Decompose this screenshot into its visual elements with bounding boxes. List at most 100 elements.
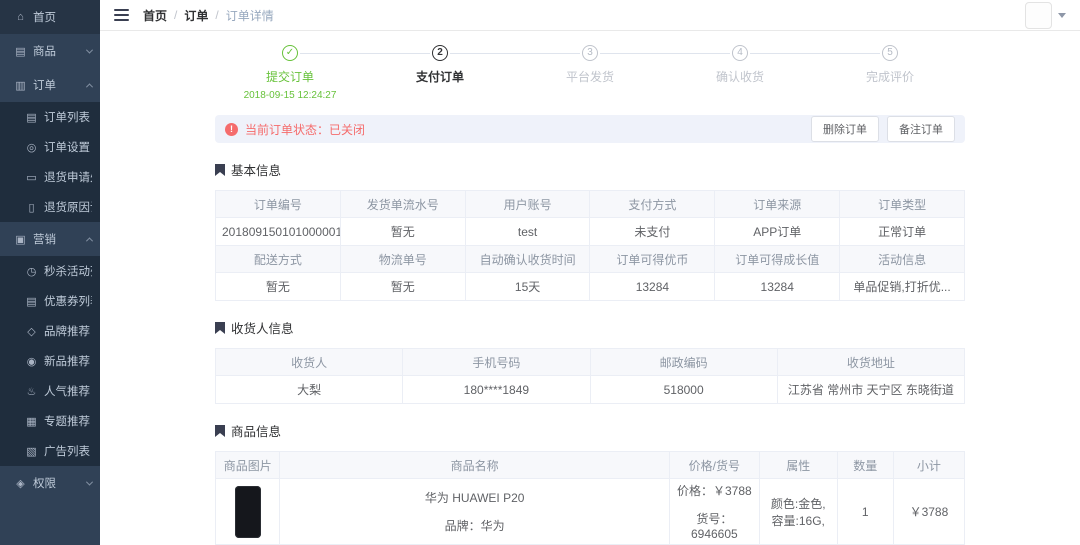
column-header: 发货单流水号 [340, 191, 465, 218]
step-circle: 2 [432, 45, 448, 61]
sidebar-item-label: 广告列表 [44, 443, 90, 459]
basic-info-body: 订单编号发货单流水号用户账号支付方式订单来源订单类型20180915010100… [216, 191, 965, 301]
basic-info-table: 订单编号发货单流水号用户账号支付方式订单来源订单类型20180915010100… [215, 190, 965, 301]
table-row: 201809150101000001暂无test未支付APP订单正常订单 [216, 218, 965, 246]
step-circle: 5 [882, 45, 898, 61]
receiver-info-table: 收货人手机号码邮政编码收货地址大梨180****1849518000江苏省 常州… [215, 348, 965, 404]
table-cell: 13284 [715, 273, 840, 301]
sidebar-item-order-settings[interactable]: ◎ 订单设置 [0, 132, 100, 162]
product-info-section-title: 商品信息 [215, 421, 965, 440]
column-header: 数量 [837, 452, 893, 479]
topbar-right [1025, 2, 1066, 29]
sidebar-item-order-list[interactable]: ▤ 订单列表 [0, 102, 100, 132]
order-icon: ▥ [13, 79, 28, 92]
sidebar-item-label: 退货申请处理 [44, 169, 92, 185]
product-info-table: 商品图片商品名称价格/货号属性数量小计华为 HUAWEI P20品牌：华为价格：… [215, 451, 965, 545]
sidebar-item-label: 营销 [33, 231, 56, 247]
step-3: 3平台发货 [515, 45, 665, 85]
sidebar-item-return-request[interactable]: ▭ 退货申请处理 [0, 162, 100, 192]
sidebar-item-coupon[interactable]: ▤优惠券列表 [0, 286, 100, 316]
bookmark-icon [215, 322, 225, 334]
return-request-icon: ▭ [24, 171, 39, 184]
sidebar-item-order[interactable]: ▥订单 [0, 68, 100, 102]
step-label: 支付订单 [365, 68, 515, 85]
product-name-line: 品牌：华为 [286, 517, 662, 534]
order-status-text: 当前订单状态：已关闭 [245, 121, 365, 138]
breadcrumb-orders[interactable]: 订单 [184, 7, 208, 24]
alert-exclamation-icon: ! [225, 123, 238, 136]
column-header: 物流单号 [340, 246, 465, 273]
sidebar-item-topic[interactable]: ▦专题推荐 [0, 406, 100, 436]
breadcrumb-home[interactable]: 首页 [143, 7, 167, 24]
sidebar-item-label: 人气推荐 [44, 383, 90, 399]
column-header: 价格/货号 [669, 452, 759, 479]
sidebar-item-label: 退货原因设置 [44, 199, 92, 215]
sidebar-item-label: 首页 [33, 9, 56, 25]
sidebar-item-label: 品牌推荐 [44, 323, 90, 339]
product-price-line: 货号：6946605 [676, 510, 753, 541]
table-cell: 201809150101000001 [216, 218, 341, 246]
home-icon: ⌂ [13, 11, 28, 23]
sidebar-item-label: 新品推荐 [44, 353, 90, 369]
sidebar-item-label: 权限 [33, 475, 56, 491]
breadcrumb: 首页 / 订单 / 订单详情 [143, 7, 274, 24]
order-list-icon: ▤ [24, 111, 39, 124]
marketing-icon: ▣ [13, 233, 28, 246]
table-row: 订单编号发货单流水号用户账号支付方式订单来源订单类型 [216, 191, 965, 218]
table-cell: 180****1849 [403, 376, 590, 404]
table-cell: 暂无 [340, 218, 465, 246]
hamburger-icon[interactable] [114, 9, 129, 21]
column-header: 邮政编码 [590, 349, 777, 376]
brand-icon: ◇ [24, 325, 39, 338]
sidebar-item-new-product[interactable]: ◉新品推荐 [0, 346, 100, 376]
sidebar-item-brand[interactable]: ◇ 品牌推荐 [0, 316, 100, 346]
receiver-info-body: 收货人手机号码邮政编码收货地址大梨180****1849518000江苏省 常州… [216, 349, 965, 404]
table-cell: 13284 [590, 273, 715, 301]
sidebar-item-goods[interactable]: ▤商品 [0, 34, 100, 68]
table-cell: 未支付 [590, 218, 715, 246]
order-settings-icon: ◎ [24, 141, 39, 154]
table-row: 商品图片商品名称价格/货号属性数量小计 [216, 452, 965, 479]
avatar[interactable] [1025, 2, 1052, 29]
sidebar-item-flash-sale[interactable]: ◷秒杀活动列表 [0, 256, 100, 286]
sidebar-item-permission[interactable]: ◈权限 [0, 466, 100, 500]
column-header: 订单编号 [216, 191, 341, 218]
column-header: 订单类型 [840, 191, 965, 218]
column-header: 用户账号 [465, 191, 590, 218]
column-header: 小计 [893, 452, 964, 479]
step-circle: ✓ [282, 45, 298, 61]
table-cell: APP订单 [715, 218, 840, 246]
column-header: 手机号码 [403, 349, 590, 376]
bookmark-icon [215, 425, 225, 437]
sidebar: ⌂ 首页 ▤商品▥订单 ▤ 订单列表 ◎ 订单设置 ▭ 退货申请处理 ▯退货原因设置 ▣ 营销 ◷秒杀活… [0, 0, 100, 545]
delete-order-button[interactable]: 删除订单 [811, 116, 879, 142]
breadcrumb-separator: / [215, 8, 218, 22]
column-header: 配送方式 [216, 246, 341, 273]
table-row: 暂无暂无15天1328413284单品促销,打折优... [216, 273, 965, 301]
sidebar-item-return-reason[interactable]: ▯退货原因设置 [0, 192, 100, 222]
column-header: 收货人 [216, 349, 403, 376]
column-header: 订单来源 [715, 191, 840, 218]
step-circle: 4 [732, 45, 748, 61]
flash-sale-icon: ◷ [24, 265, 39, 278]
sidebar-item-marketing[interactable]: ▣ 营销 [0, 222, 100, 256]
sidebar-item-ad-list[interactable]: ▧广告列表 [0, 436, 100, 466]
table-row: 大梨180****1849518000江苏省 常州市 天宁区 东晓街道 [216, 376, 965, 404]
note-order-button[interactable]: 备注订单 [887, 116, 955, 142]
sidebar-item-label: 订单设置 [44, 139, 90, 155]
sidebar-item-label: 订单列表 [44, 109, 90, 125]
chevron-down-icon[interactable] [1058, 13, 1066, 18]
sidebar-item-label: 商品 [33, 43, 56, 59]
submenu: ◷秒杀活动列表▤优惠券列表 ◇ 品牌推荐 ◉新品推荐♨人气推荐▦专题推荐▧广告列表 [0, 256, 100, 466]
order-detail-page: ✓提交订单2018-09-15 12:24:272支付订单3平台发货4确认收货5… [100, 31, 1080, 545]
step-label: 确认收货 [665, 68, 815, 85]
table-row: 收货人手机号码邮政编码收货地址 [216, 349, 965, 376]
sidebar-item-home[interactable]: ⌂ 首页 [0, 0, 100, 34]
product-row: 华为 HUAWEI P20品牌：华为价格：￥3788货号：6946605颜色:金… [216, 479, 965, 545]
step-label: 提交订单 [215, 68, 365, 85]
step-5: 5完成评价 [815, 45, 965, 85]
product-price-cell: 价格：￥3788货号：6946605 [669, 479, 759, 545]
breadcrumb-separator: / [174, 8, 177, 22]
product-attrs-cell: 颜色:金色,容量:16G, [759, 479, 837, 545]
sidebar-item-popularity[interactable]: ♨人气推荐 [0, 376, 100, 406]
